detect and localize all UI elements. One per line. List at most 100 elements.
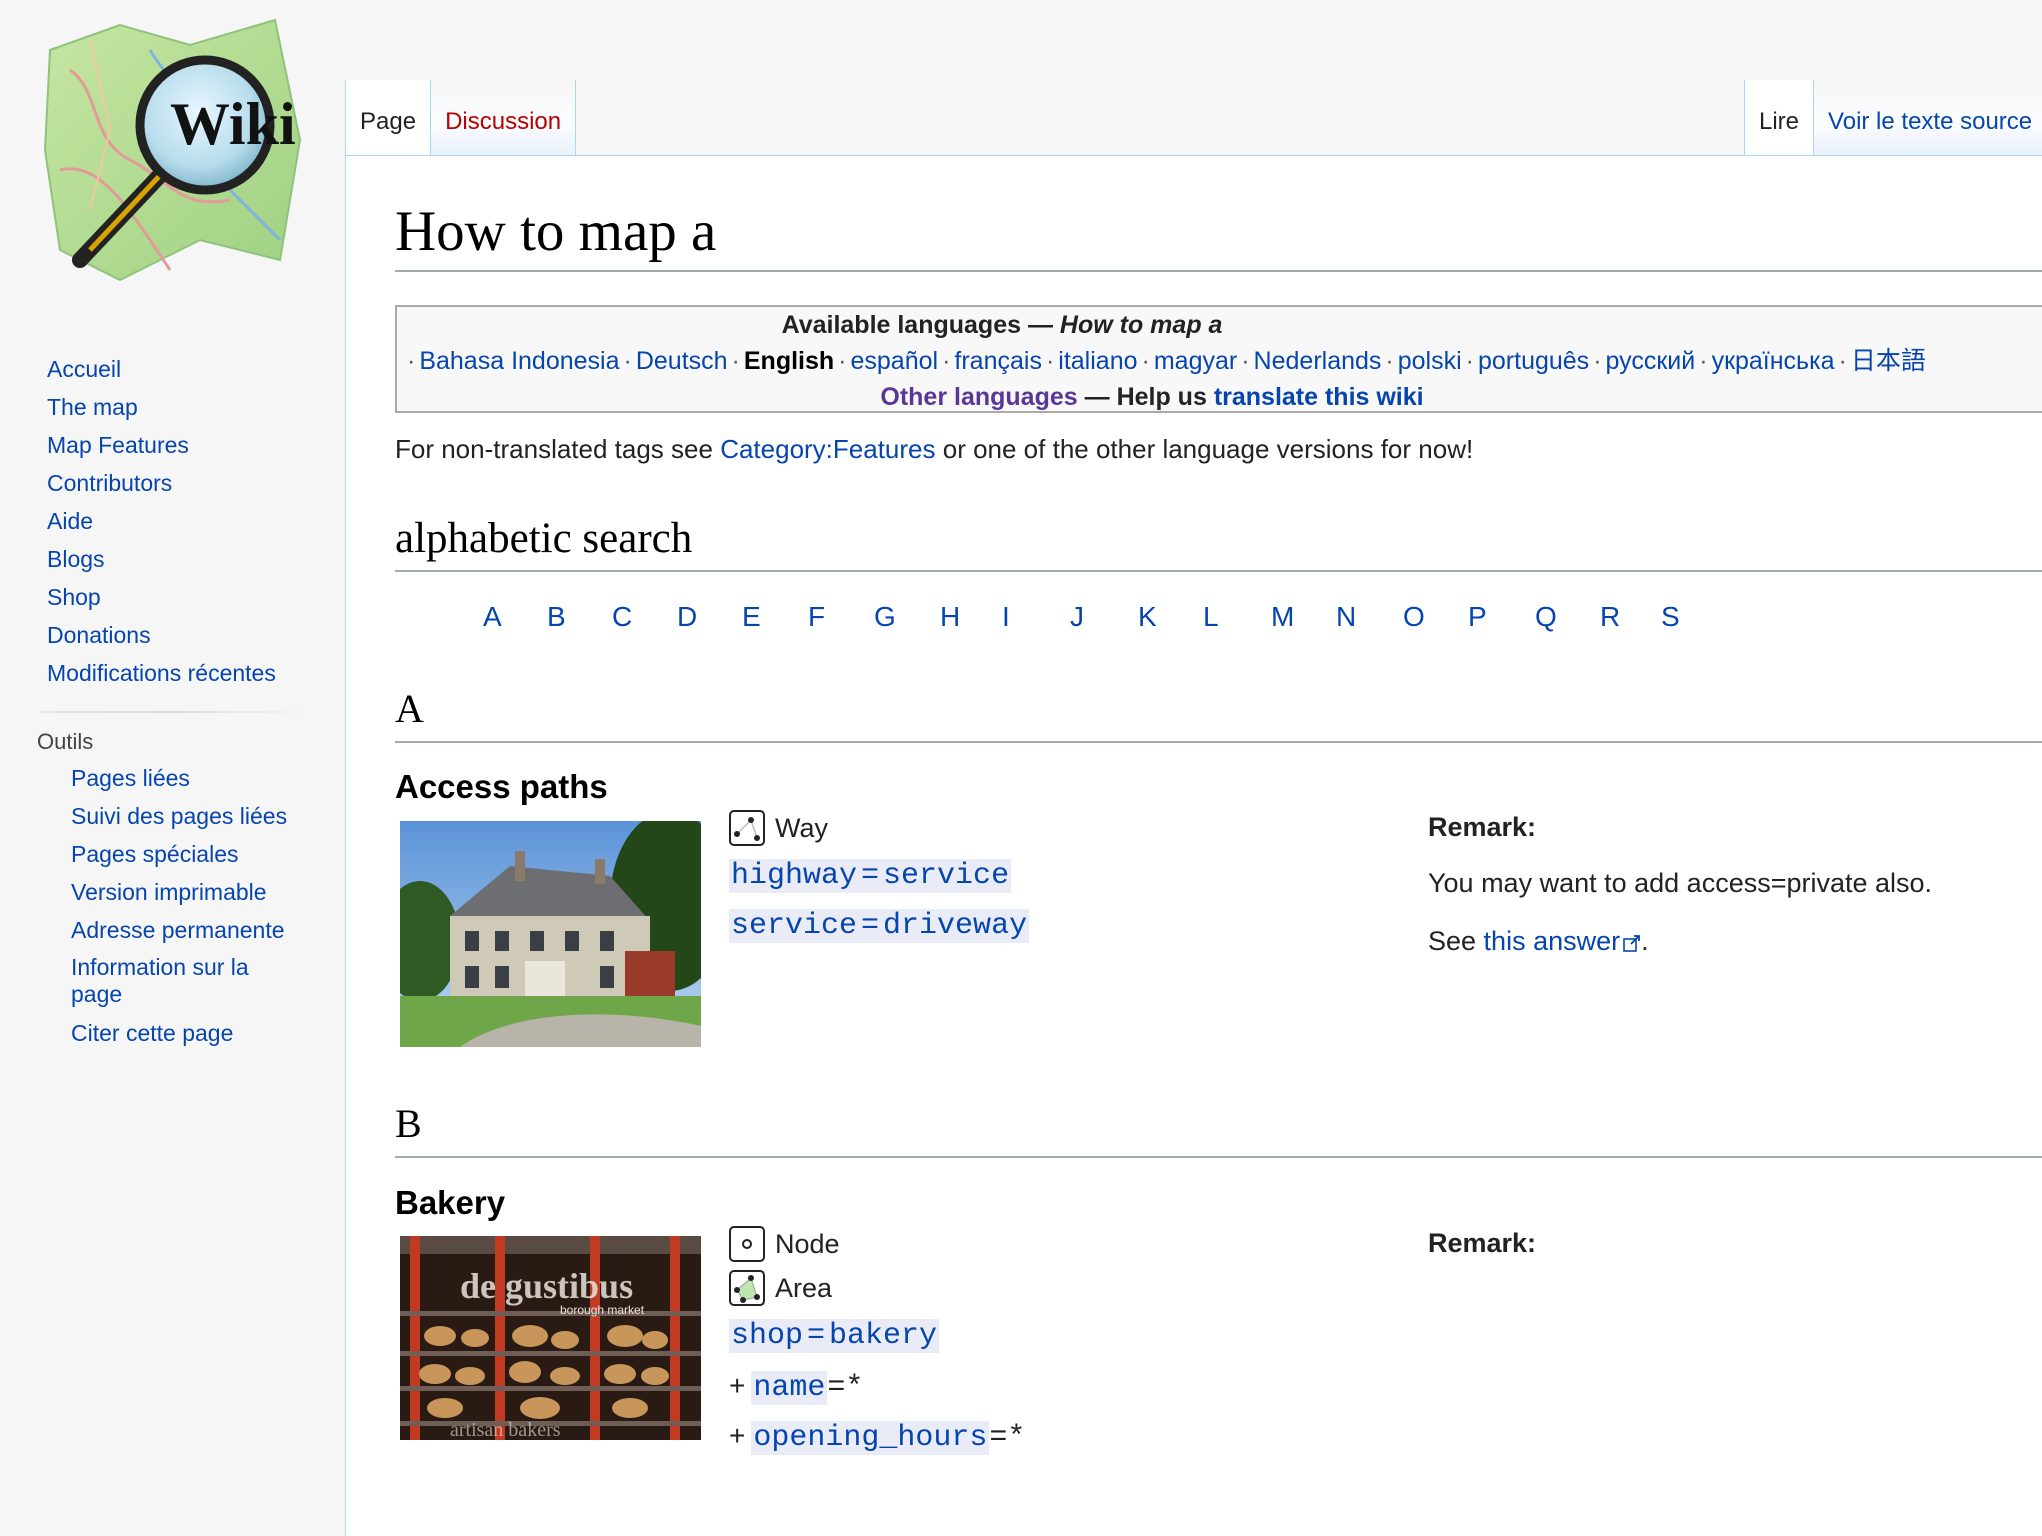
tool-link[interactable]: Version imprimable [71,879,267,905]
other-languages-link[interactable]: Other languages [880,383,1077,411]
alphabet-letter-g[interactable]: G [874,592,896,642]
language-link[interactable]: polski [1398,347,1462,375]
language-link[interactable]: français [954,347,1042,375]
tool-citer[interactable]: Citer cette page [0,1014,340,1052]
svg-text:borough market: borough market [560,1303,645,1317]
tag-value[interactable]: bakery [827,1319,940,1353]
language-link[interactable]: italiano [1058,347,1137,375]
tab-read[interactable]: Lire [1744,80,1814,156]
tag-key[interactable]: highway [729,859,860,893]
wiki-logo[interactable]: Wiki [30,10,320,300]
sidebar-divider [40,711,308,713]
see-prefix: See [1428,926,1484,956]
alphabet-letter-q[interactable]: Q [1535,592,1557,642]
sidebar-item-map-features[interactable]: Map Features [0,426,340,464]
way-icon [729,810,765,846]
tool-pages-liees[interactable]: Pages liées [0,759,340,797]
alphabet-letter-c[interactable]: C [612,592,632,642]
sidebar-item-shop[interactable]: Shop [0,578,340,616]
tool-link[interactable]: Citer cette page [71,1020,233,1046]
sidebar-item-recent-changes[interactable]: Modifications récentes [0,654,340,692]
sidebar-link[interactable]: Donations [47,622,151,648]
tool-link[interactable]: Pages liées [71,765,190,791]
tag-value: * [845,1371,864,1405]
sidebar-item-aide[interactable]: Aide [0,502,340,540]
tool-version-imprimable[interactable]: Version imprimable [0,873,340,911]
sidebar-link[interactable]: Blogs [47,546,105,572]
tool-adresse-permanente[interactable]: Adresse permanente [0,911,340,949]
alphabet-letter-h[interactable]: H [940,592,960,642]
this-answer-link[interactable]: this answer [1484,926,1621,956]
sidebar-link[interactable]: Contributors [47,470,172,496]
tag-highway-service[interactable]: highway = service [729,856,1012,896]
language-link[interactable]: español [851,347,939,375]
translate-wiki-link[interactable]: translate this wiki [1214,383,1424,411]
language-link[interactable]: português [1478,347,1589,375]
sidebar-item-blogs[interactable]: Blogs [0,540,340,578]
tool-link[interactable]: Adresse permanente [71,917,285,943]
alphabet-letter-m[interactable]: M [1271,592,1294,642]
alphabet-letter-j[interactable]: J [1070,592,1084,642]
alphabet-letter-d[interactable]: D [677,592,697,642]
access-paths-photo[interactable] [400,821,701,1047]
sidebar-link[interactable]: Shop [47,584,101,610]
tab-discussion[interactable]: Discussion [430,80,577,156]
tag-value[interactable]: service [881,859,1012,893]
remark-text: You may want to add access=private also. [1428,868,1933,898]
tag-key[interactable]: service [729,909,860,943]
element-type-way: Way [729,808,828,848]
tool-information[interactable]: Information sur la page [0,949,291,1014]
tag-value[interactable]: driveway [881,909,1030,943]
alphabet-letter-o[interactable]: O [1403,592,1425,642]
tag-name[interactable]: + name=* [729,1366,863,1408]
alphabet-letter-e[interactable]: E [742,592,761,642]
tag-key[interactable]: name [751,1371,828,1405]
tag-key[interactable]: shop [729,1319,806,1353]
bakery-photo[interactable]: de gustibus borough market artisan baker… [400,1236,701,1440]
alphabet-letter-s[interactable]: S [1661,592,1680,642]
alphabet-letter-b[interactable]: B [547,592,566,642]
tool-pages-speciales[interactable]: Pages spéciales [0,835,340,873]
alphabet-letter-a[interactable]: A [483,592,502,642]
language-link[interactable]: 日本語 [1851,347,1926,375]
language-link[interactable]: українська [1712,347,1835,375]
tool-link[interactable]: Suivi des pages liées [71,803,287,829]
tag-service-driveway[interactable]: service = driveway [729,906,1030,946]
sidebar-link[interactable]: The map [47,394,138,420]
alphabet-letter-p[interactable]: P [1468,592,1487,642]
tab-page[interactable]: Page [345,80,431,156]
language-link[interactable]: Nederlands [1254,347,1382,375]
language-link[interactable]: Bahasa Indonesia [419,347,619,375]
tools-heading[interactable]: Outils [0,725,340,759]
alphabet-letter-i[interactable]: I [1002,592,1010,642]
section-heading-a: A [395,683,2042,743]
tag-opening-hours[interactable]: + opening_hours=* [729,1416,1025,1458]
sidebar-link[interactable]: Aide [47,508,93,534]
sidebar-link[interactable]: Modifications récentes [47,660,276,686]
tag-shop-bakery[interactable]: shop = bakery [729,1316,940,1356]
tag-equals: = [805,1319,828,1353]
alphabet-letter-k[interactable]: K [1138,592,1157,642]
alphabet-letter-n[interactable]: N [1336,592,1356,642]
alphabet-letter-r[interactable]: R [1600,592,1620,642]
alphabet-letter-f[interactable]: F [808,592,825,642]
page-title: How to map a [395,198,2042,272]
tab-view-source[interactable]: Voir le texte source [1813,80,2042,156]
tool-link[interactable]: Information sur la page [71,954,249,1007]
category-features-link[interactable]: Category:Features [720,434,935,464]
openstreetmap-wiki-logo-icon: Wiki [43,18,302,282]
tool-suivi[interactable]: Suivi des pages liées [0,797,340,835]
alphabet-letter-l[interactable]: L [1203,592,1219,642]
sidebar-item-accueil[interactable]: Accueil [0,350,340,388]
sidebar-link[interactable]: Map Features [47,432,189,458]
sidebar-link[interactable]: Accueil [47,356,121,382]
language-link[interactable]: magyar [1154,347,1237,375]
sidebar-item-the-map[interactable]: The map [0,388,340,426]
tag-key[interactable]: opening_hours [751,1421,990,1455]
tool-link[interactable]: Pages spéciales [71,841,239,867]
language-link[interactable]: русский [1606,347,1696,375]
tag-value: * [1007,1421,1026,1455]
sidebar-item-donations[interactable]: Donations [0,616,340,654]
sidebar-item-contributors[interactable]: Contributors [0,464,340,502]
language-link[interactable]: Deutsch [636,347,728,375]
